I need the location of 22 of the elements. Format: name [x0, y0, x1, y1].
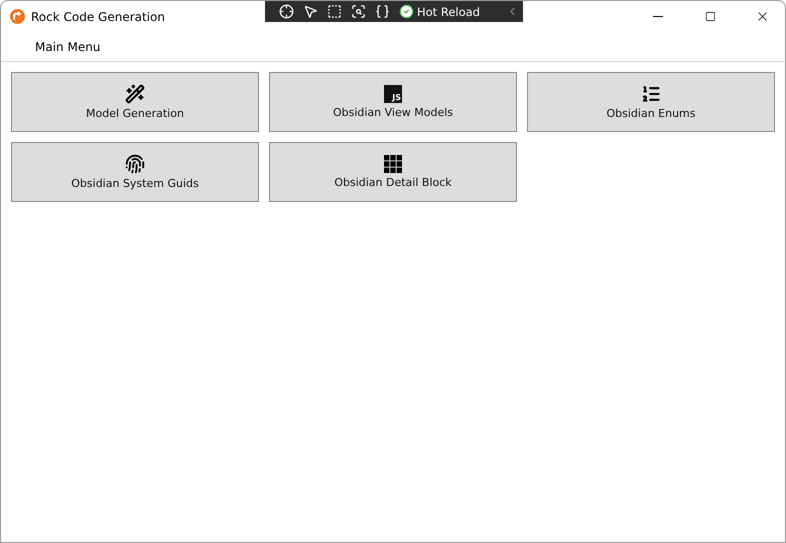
- frame-icon[interactable]: [327, 4, 342, 19]
- tile-button[interactable]: Obsidian System Guids: [11, 142, 259, 202]
- tile-button[interactable]: Model Generation: [11, 72, 259, 132]
- tile-button[interactable]: Obsidian Detail Block: [269, 142, 517, 202]
- check-circle-icon: [399, 4, 414, 19]
- numbered-list-icon: [641, 84, 661, 104]
- scan-icon[interactable]: [351, 4, 366, 19]
- hot-reload-button[interactable]: Hot Reload: [399, 4, 480, 19]
- grid-icon: [384, 155, 402, 173]
- pointer-icon[interactable]: [303, 4, 318, 19]
- minimize-icon: [653, 16, 663, 17]
- maximize-icon: [704, 11, 716, 22]
- app-logo-icon: [10, 9, 25, 24]
- js-icon: JS: [384, 85, 402, 103]
- tile-button[interactable]: JS Obsidian View Models: [269, 72, 517, 132]
- magic-wand-icon: [125, 84, 145, 104]
- menu-item[interactable]: Main Menu: [29, 38, 106, 56]
- braces-icon[interactable]: [375, 4, 390, 19]
- crosshair-icon[interactable]: [279, 4, 294, 19]
- tile-button[interactable]: Obsidian Enums: [527, 72, 775, 132]
- window-title: Rock Code Generation: [31, 10, 165, 24]
- fingerprint-icon: [125, 154, 145, 174]
